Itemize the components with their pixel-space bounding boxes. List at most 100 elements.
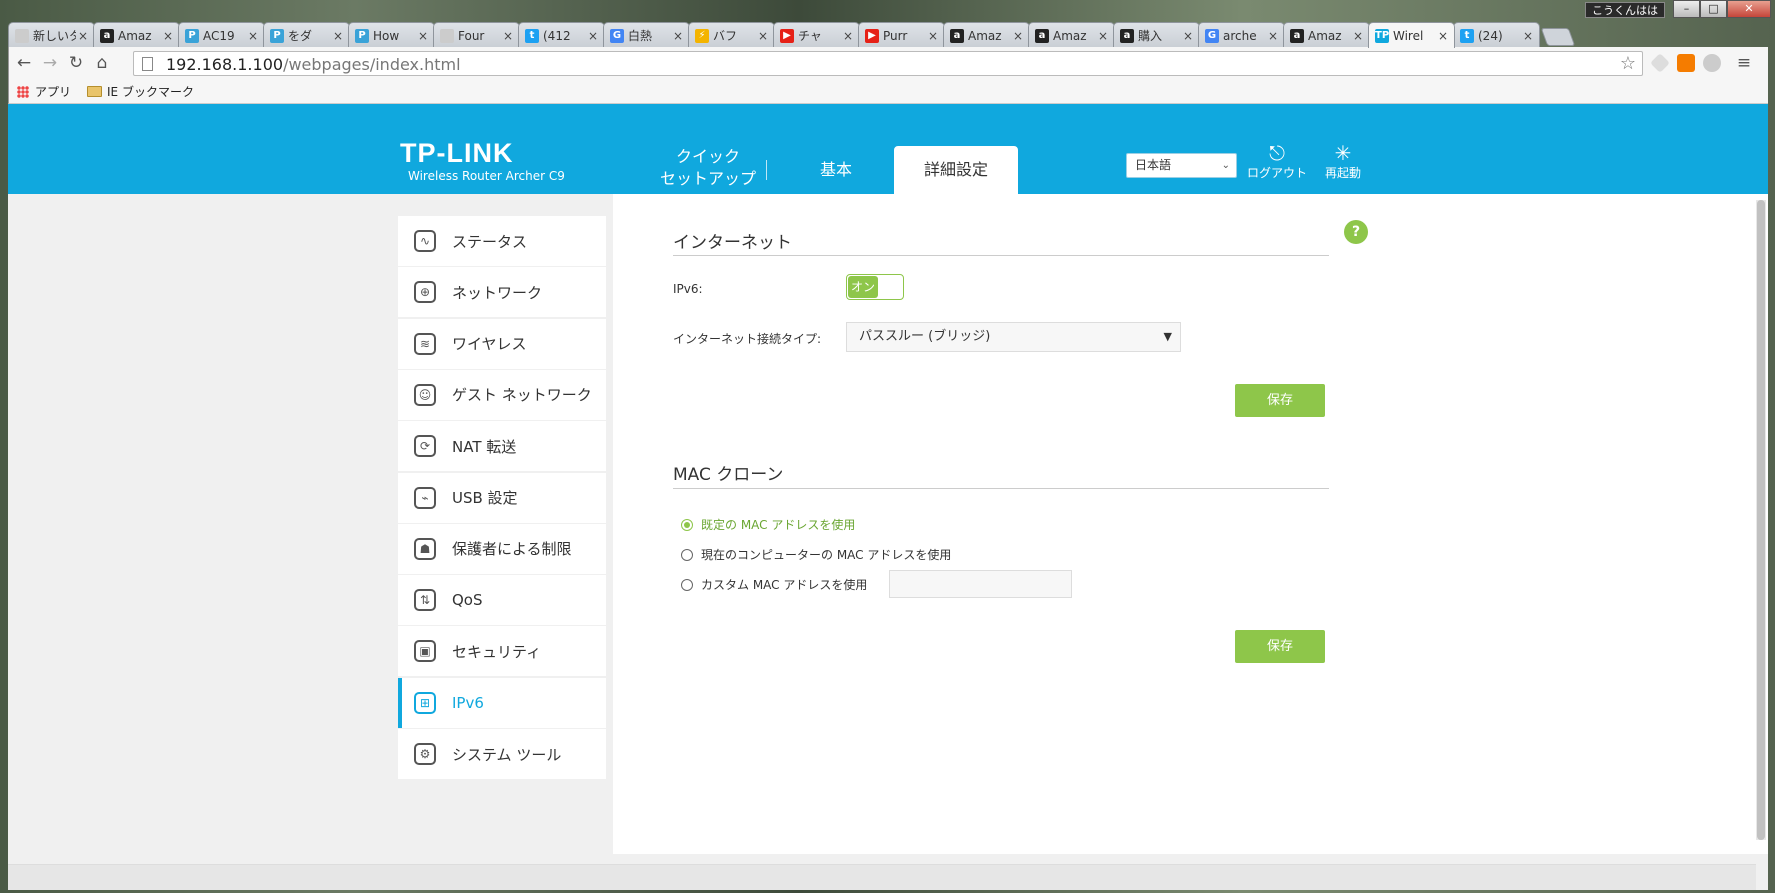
amazon-icon: a bbox=[100, 28, 114, 43]
close-window-button[interactable]: ✕ bbox=[1727, 0, 1771, 18]
radio-default-mac[interactable]: 既定の MAC アドレスを使用 bbox=[681, 516, 855, 533]
vertical-scrollbar[interactable] bbox=[1756, 200, 1766, 840]
bookmark-ie-folder[interactable]: IE ブックマーク bbox=[107, 83, 194, 100]
close-tab-icon[interactable]: × bbox=[503, 29, 513, 43]
browser-tab[interactable]: a Amaz × bbox=[1028, 22, 1115, 48]
browser-tab[interactable]: a Amaz × bbox=[1283, 22, 1370, 48]
browser-tab[interactable]: Four × bbox=[433, 22, 520, 48]
browser-tab[interactable]: ▶ チャ × bbox=[773, 22, 860, 48]
browser-tab[interactable]: t (412 × bbox=[518, 22, 605, 48]
browser-tab[interactable]: TP Wirel × bbox=[1368, 22, 1455, 48]
logout-button[interactable]: ⎋ ログアウト bbox=[1246, 142, 1308, 181]
tag-extension-icon[interactable] bbox=[1650, 53, 1670, 73]
language-select[interactable]: 日本語 ⌄ bbox=[1126, 153, 1237, 178]
browser-tab[interactable]: G 白熱 × bbox=[603, 22, 690, 48]
back-arrow-icon[interactable]: ← bbox=[13, 53, 35, 73]
close-tab-icon[interactable]: × bbox=[1183, 29, 1193, 43]
sidebar-item[interactable]: ⟳ NAT 転送 bbox=[398, 421, 606, 472]
sidebar-item[interactable]: ⊕ ネットワーク bbox=[398, 267, 606, 318]
browser-tab[interactable]: ▶ Purr × bbox=[858, 22, 945, 48]
radio-custom-mac[interactable]: カスタム MAC アドレスを使用 bbox=[681, 576, 867, 593]
url-text[interactable]: 192.168.1.100/webpages/index.html bbox=[166, 55, 461, 74]
close-tab-icon[interactable]: × bbox=[1523, 29, 1533, 43]
close-tab-icon[interactable]: × bbox=[418, 29, 428, 43]
sidebar-item[interactable]: ⊞ IPv6 bbox=[398, 677, 606, 728]
tab-advanced[interactable]: 詳細設定 bbox=[894, 146, 1018, 194]
tab-basic[interactable]: 基本 bbox=[796, 146, 876, 194]
scrollbar-thumb[interactable] bbox=[1757, 200, 1765, 840]
tab-title: How bbox=[373, 28, 400, 43]
sidebar-item[interactable]: ⌁ USB 設定 bbox=[398, 472, 606, 523]
address-bar[interactable]: 192.168.1.100/webpages/index.html ☆ bbox=[133, 51, 1643, 76]
browser-tab[interactable]: a 購入 × bbox=[1113, 22, 1200, 48]
sidebar-item[interactable]: ≋ ワイヤレス bbox=[398, 318, 606, 369]
browser-tab[interactable]: 新しいタ× bbox=[8, 22, 95, 48]
close-tab-icon[interactable]: × bbox=[248, 29, 258, 43]
radio-custom-mac-label: カスタム MAC アドレスを使用 bbox=[701, 578, 868, 592]
tab-quick-setup[interactable]: クイック セットアップ bbox=[648, 146, 768, 194]
reboot-button[interactable]: ✳ 再起動 bbox=[1320, 142, 1366, 181]
bookmark-star-icon[interactable]: ☆ bbox=[1620, 53, 1636, 74]
browser-tab[interactable]: P How × bbox=[348, 22, 435, 48]
close-tab-icon[interactable]: × bbox=[758, 29, 768, 43]
cloud-extension-icon[interactable] bbox=[1703, 54, 1721, 72]
tab-title: Amaz bbox=[968, 28, 1002, 43]
browser-tab[interactable]: ⚡ バフ × bbox=[688, 22, 775, 48]
browser-tab[interactable]: Garche × bbox=[1198, 22, 1285, 48]
reload-icon[interactable]: ↻ bbox=[65, 53, 87, 73]
close-tab-icon[interactable]: × bbox=[1098, 29, 1108, 43]
tplink-logo[interactable]: TP-LINK bbox=[400, 138, 513, 169]
close-tab-icon[interactable]: × bbox=[673, 29, 683, 43]
radio-button[interactable] bbox=[681, 578, 693, 591]
sidebar-item[interactable]: ☺ ゲスト ネットワーク bbox=[398, 369, 606, 420]
chart-extension-icon[interactable] bbox=[1677, 54, 1695, 72]
browser-tab[interactable]: t (24) × bbox=[1453, 22, 1540, 48]
close-tab-icon[interactable]: × bbox=[333, 29, 343, 43]
minimize-button[interactable]: – bbox=[1673, 0, 1700, 18]
close-tab-icon[interactable]: × bbox=[1438, 29, 1448, 43]
save-mac-button[interactable]: 保存 bbox=[1235, 630, 1325, 663]
radio-computer-mac[interactable]: 現在のコンピューターの MAC アドレスを使用 bbox=[681, 546, 951, 563]
maximize-button[interactable]: □ bbox=[1700, 0, 1727, 18]
page-viewport: TP-LINK Wireless Router Archer C9 クイック セ… bbox=[8, 104, 1768, 890]
sidebar-item[interactable]: ☗ 保護者による制限 bbox=[398, 523, 606, 574]
bookmark-apps[interactable]: アプリ bbox=[35, 83, 71, 100]
radio-default-mac-label: 既定の MAC アドレスを使用 bbox=[701, 518, 856, 532]
browser-tab[interactable]: a Amaz × bbox=[93, 22, 180, 48]
reboot-icon: ✳ bbox=[1334, 141, 1352, 165]
horizontal-scrollbar[interactable] bbox=[8, 864, 1756, 890]
custom-mac-input[interactable] bbox=[889, 570, 1072, 598]
ipv6-icon: ⊞ bbox=[414, 691, 436, 714]
close-tab-icon[interactable]: × bbox=[1013, 29, 1023, 43]
forward-arrow-icon[interactable]: → bbox=[39, 53, 61, 73]
browser-tab[interactable]: P をダ × bbox=[263, 22, 350, 48]
close-tab-icon[interactable]: × bbox=[928, 29, 938, 43]
tplink-icon: P bbox=[185, 28, 199, 43]
sidebar-item[interactable]: ⇅ QoS bbox=[398, 575, 606, 626]
close-tab-icon[interactable]: × bbox=[1353, 29, 1363, 43]
sidebar-item[interactable]: ⚙ システム ツール bbox=[398, 729, 606, 779]
close-tab-icon[interactable]: × bbox=[163, 29, 173, 43]
close-tab-icon[interactable]: × bbox=[78, 29, 88, 43]
ipv6-toggle[interactable]: オン bbox=[846, 274, 904, 300]
help-icon[interactable]: ? bbox=[1344, 220, 1368, 244]
close-tab-icon[interactable]: × bbox=[588, 29, 598, 43]
close-tab-icon[interactable]: × bbox=[1268, 29, 1278, 43]
tab-title: 新しいタ bbox=[33, 29, 76, 43]
toggle-on-label: オン bbox=[848, 276, 878, 298]
save-internet-button[interactable]: 保存 bbox=[1235, 384, 1325, 417]
connection-type-select[interactable]: パススルー (ブリッジ) ▼ bbox=[846, 322, 1181, 352]
browser-tab[interactable]: P AC19 × bbox=[178, 22, 265, 48]
browser-tab[interactable]: a Amaz × bbox=[943, 22, 1030, 48]
tab-title: をダ bbox=[288, 29, 313, 43]
sidebar-item[interactable]: ∿ ステータス bbox=[398, 216, 606, 266]
user-profile-badge[interactable]: こうくんはは bbox=[1585, 2, 1665, 18]
menu-icon[interactable]: ≡ bbox=[1733, 53, 1755, 73]
close-tab-icon[interactable]: × bbox=[843, 29, 853, 43]
usb-icon: ⌁ bbox=[414, 486, 436, 509]
home-icon[interactable]: ⌂ bbox=[91, 53, 113, 73]
radio-button[interactable] bbox=[681, 518, 693, 531]
new-tab-button[interactable] bbox=[1540, 28, 1576, 46]
radio-button[interactable] bbox=[681, 548, 693, 561]
sidebar-item[interactable]: ▣ セキュリティ bbox=[398, 626, 606, 677]
